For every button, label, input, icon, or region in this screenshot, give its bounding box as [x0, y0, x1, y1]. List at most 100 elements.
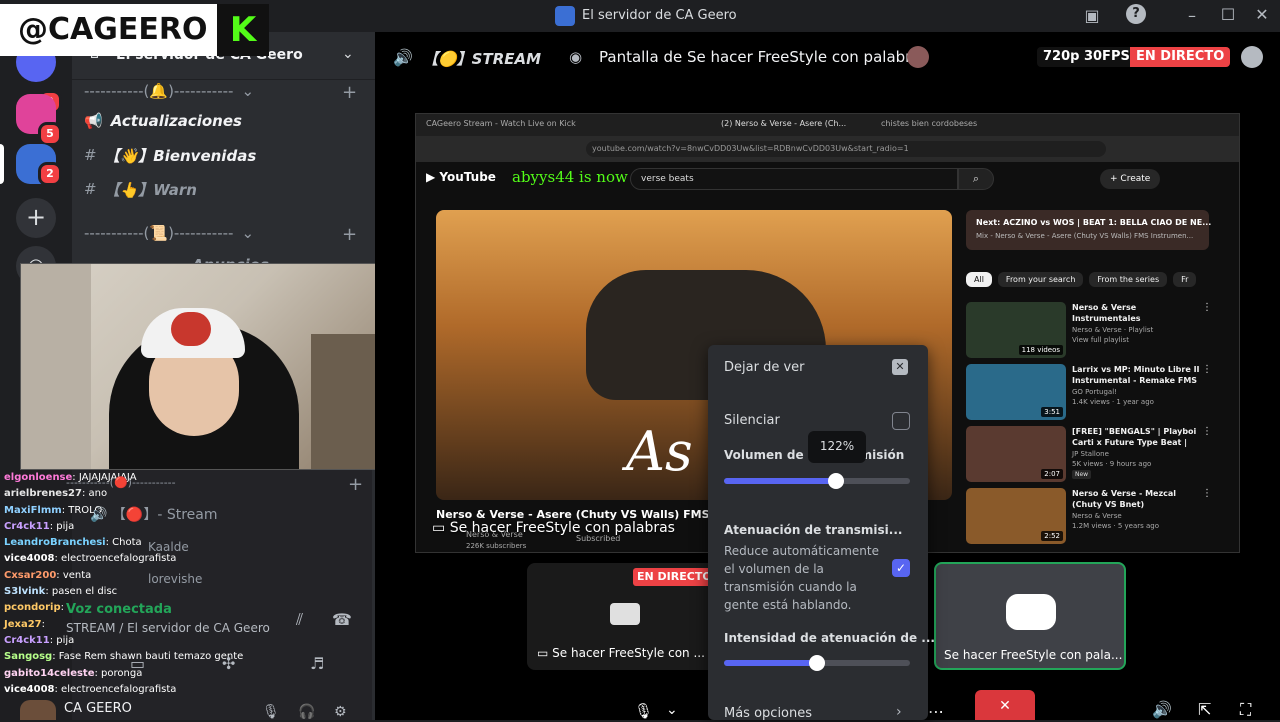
chat-username[interactable]: pcondorip	[4, 602, 61, 613]
volume-icon[interactable]: 🔊	[1152, 700, 1172, 719]
volume-slider-handle[interactable]	[827, 473, 844, 489]
intensity-slider[interactable]	[724, 655, 910, 671]
recommendation-item[interactable]: 2:52 Nerso & Verse - Mezcal (Chuty VS Bne…	[966, 488, 1236, 550]
close-icon[interactable]: ✕	[892, 359, 908, 375]
stop-stream-button[interactable]: ✕	[975, 690, 1035, 720]
search-icon[interactable]: ⌕	[958, 168, 994, 190]
gear-icon[interactable]: ⚙	[334, 704, 347, 720]
browser-tab[interactable]: CAGeero Stream - Watch Live on Kick	[426, 119, 576, 128]
volume-slider[interactable]	[724, 473, 910, 489]
recommendation-title: [FREE] "BENGALS" | Playboi Carti x Futur…	[1072, 427, 1197, 447]
up-next-card[interactable]: Next: ACZINO vs WOS | BEAT 1: BELLA CIAO…	[966, 210, 1211, 250]
soundboard-icon[interactable]: ♬	[310, 654, 324, 673]
chat-icon[interactable]	[1241, 46, 1263, 68]
chat-username[interactable]: arielbrenes27	[4, 488, 82, 499]
headphones-icon[interactable]: 🎧	[298, 704, 315, 720]
recommendation-meta: 1.2M views · 5 years ago	[1072, 522, 1160, 530]
maximize-icon[interactable]: ☐	[1218, 5, 1238, 24]
filter-chip[interactable]: All	[966, 272, 992, 287]
category-header[interactable]: -----------(🔔)----------- ⌄	[84, 76, 254, 106]
browser-tab[interactable]: chistes bien cordobeses	[881, 119, 977, 128]
recommendation-item[interactable]: 3:51 Larrix vs MP: Minuto Libre II Instru…	[966, 364, 1236, 426]
recommendation-channel: GO Portugal!	[1072, 388, 1117, 396]
recommendation-thumbnail[interactable]: 2:52	[966, 488, 1066, 544]
category-header[interactable]: -----------(📜)----------- ⌄	[84, 218, 254, 248]
recommendation-item[interactable]: 118 videos Nerso & Verse Instrumentales Ne…	[966, 302, 1236, 364]
microphone-icon[interactable]: 🎙	[634, 702, 653, 720]
recommendation-thumbnail[interactable]: 3:51	[966, 364, 1066, 420]
mute-item[interactable]: Silenciar	[724, 413, 780, 428]
chevron-down-icon[interactable]: ⌄	[666, 702, 678, 718]
youtube-logo[interactable]: ▶ YouTube	[426, 170, 496, 184]
chat-username[interactable]: MaxiFlmm	[4, 505, 62, 516]
channel-label: 【👆】Warn	[104, 180, 197, 199]
channel-item-bienvenidas[interactable]: # 【👋】Bienvenidas	[84, 140, 256, 170]
voice-channel-stream[interactable]: 🔊 【🔴】- Stream	[90, 504, 217, 524]
camera-icon[interactable]: ▭	[130, 654, 145, 673]
address-bar[interactable]: youtube.com/watch?v=8nwCvDD03Uw&list=RDB…	[586, 141, 1106, 157]
chat-username[interactable]: elgonloense	[4, 472, 72, 483]
attenuation-checkbox[interactable]: ✓	[892, 559, 910, 577]
browser-tab-active[interactable]: (2) Nerso & Verse - Asere (Ch...	[721, 119, 846, 128]
activity-icon[interactable]: ✣	[222, 654, 235, 673]
voice-user[interactable]: Kaalde	[148, 540, 189, 554]
chat-username[interactable]: LeandroBranchesi	[4, 537, 106, 548]
help-icon[interactable]: ?	[1126, 4, 1146, 24]
add-channel-icon[interactable]: +	[342, 224, 357, 245]
category-header[interactable]: -----------(🔴)-----------	[66, 476, 176, 489]
avatar[interactable]	[20, 700, 56, 720]
more-options-icon[interactable]: ⋯	[928, 702, 944, 721]
recommendation-channel: Nerso & Verse · Playlist	[1072, 326, 1154, 334]
recommendation-meta: 1.4K views · 1 year ago	[1072, 398, 1154, 406]
voice-user[interactable]: lorevishe	[148, 572, 202, 586]
more-options-icon[interactable]: ⋮	[1202, 426, 1212, 437]
intensity-slider-handle[interactable]	[809, 655, 825, 671]
stream-tile-screen[interactable]: EN DIRECTO ▭ Se hacer FreeStyle con ...	[527, 563, 727, 670]
stream-tile-discord[interactable]: Se hacer FreeStyle con pala...	[934, 562, 1126, 670]
voice-location[interactable]: STREAM / El servidor de CA Geero	[66, 621, 270, 635]
mute-checkbox[interactable]	[892, 412, 910, 430]
volume-slider-fill	[724, 478, 836, 484]
filter-chip[interactable]: Fr	[1173, 272, 1197, 287]
chat-username[interactable]: Cr4ck11	[4, 521, 50, 532]
inbox-icon[interactable]: ▣	[1082, 6, 1102, 25]
chat-username[interactable]: Cr4ck11	[4, 635, 50, 646]
chevron-down-icon: ⌄	[241, 82, 255, 100]
chat-username[interactable]: vice4008	[4, 684, 55, 695]
chat-text: : Chota	[105, 537, 142, 549]
recommendation-thumbnail[interactable]: 2:07	[966, 426, 1066, 482]
more-options-item[interactable]: Más opciones	[724, 706, 812, 721]
chat-username[interactable]: Sangosg	[4, 651, 52, 662]
channel-label: Actualizaciones	[110, 112, 242, 130]
more-options-icon[interactable]: ⋮	[1202, 488, 1212, 499]
microphone-icon[interactable]: 🎙	[262, 704, 280, 720]
add-channel-icon[interactable]: +	[348, 474, 363, 495]
chat-username[interactable]: S3lvink	[4, 586, 45, 597]
chat-username[interactable]: Cxsar200	[4, 570, 56, 581]
recommendation-item[interactable]: 2:07 [FREE] "BENGALS" | Playboi Carti x F…	[966, 426, 1236, 488]
wardrobe	[21, 264, 91, 469]
streamer-avatar[interactable]	[907, 46, 929, 68]
channel-item-actualizaciones[interactable]: 📢 Actualizaciones	[84, 106, 242, 136]
chat-username[interactable]: vice4008	[4, 553, 55, 564]
more-options-icon[interactable]: ⋮	[1202, 302, 1212, 313]
fullscreen-icon[interactable]: ⛶	[1240, 700, 1251, 720]
add-channel-icon[interactable]: +	[342, 82, 357, 103]
channel-item-warn[interactable]: # 【👆】Warn	[84, 174, 197, 204]
minimize-icon[interactable]: –	[1182, 6, 1202, 25]
filter-chip[interactable]: From your search	[997, 272, 1084, 287]
close-icon[interactable]: ✕	[1252, 5, 1272, 24]
chat-username[interactable]: Jexa27	[4, 619, 42, 630]
stop-watching-item[interactable]: Dejar de ver	[724, 360, 804, 375]
noise-suppression-icon[interactable]: ⫽	[296, 610, 303, 630]
more-options-icon[interactable]: ⋮	[1202, 364, 1212, 375]
yt-search-input[interactable]: verse beats	[630, 168, 958, 190]
popout-icon[interactable]: ⇱	[1198, 700, 1211, 719]
chat-username[interactable]: gabito14celeste	[4, 668, 95, 679]
add-server-icon[interactable]: +	[16, 198, 56, 238]
server-badge: 2	[38, 162, 62, 186]
recommendation-thumbnail[interactable]: 118 videos	[966, 302, 1066, 358]
filter-chip[interactable]: From the series	[1089, 272, 1168, 287]
create-button[interactable]: + Create	[1100, 169, 1161, 189]
disconnect-icon[interactable]: ☎	[332, 610, 352, 629]
